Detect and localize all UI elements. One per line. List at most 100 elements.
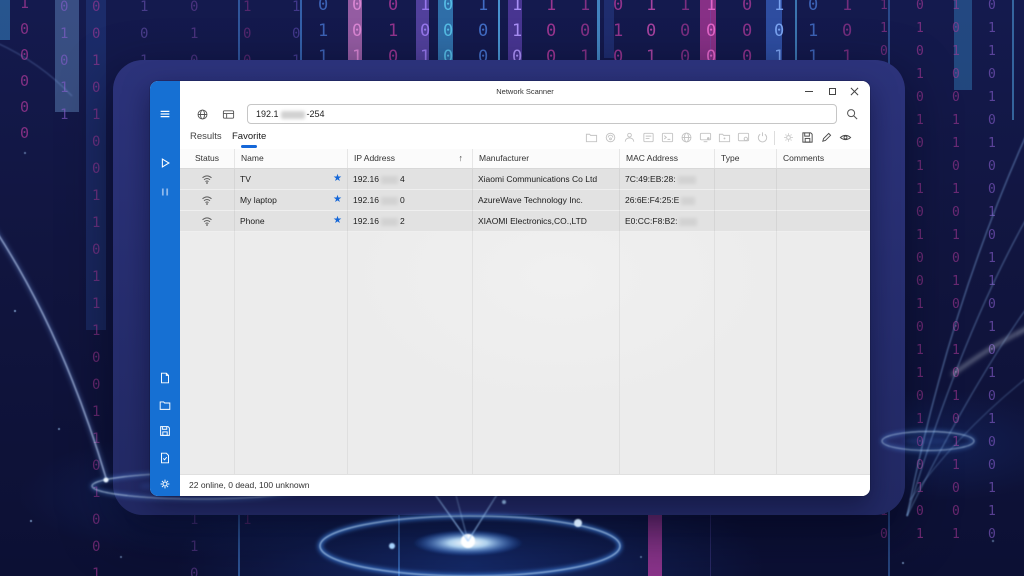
titlebar: Network Scanner [180, 81, 870, 102]
ip-range-icon[interactable] [222, 108, 235, 121]
redacted-mac [677, 175, 696, 184]
options-icon[interactable] [782, 131, 795, 144]
column-header-ip-label: IP Address [354, 153, 395, 163]
ip-cell: 192.16 0 [347, 190, 472, 210]
status-cell [180, 169, 234, 189]
web-scan-icon[interactable] [604, 131, 617, 144]
edit-icon[interactable] [820, 131, 833, 144]
ip-prefix: 192.16 [353, 174, 379, 184]
view-icon[interactable] [839, 131, 852, 144]
properties-icon[interactable] [642, 131, 655, 144]
tab-results[interactable]: Results [190, 127, 222, 149]
device-name: My laptop [240, 195, 277, 205]
ip-range-prefix: 192.1 [256, 109, 279, 119]
device-name: Phone [240, 216, 265, 226]
tab-favorite[interactable]: Favorite [232, 127, 266, 149]
manufacturer-cell: Xiaomi Communications Co Ltd [478, 174, 598, 184]
status-bar: 22 online, 0 dead, 100 unknown [180, 474, 870, 496]
start-scan-icon[interactable] [158, 156, 172, 170]
close-button[interactable] [843, 81, 865, 102]
wifi-icon [202, 196, 212, 205]
tab-bar: Results Favorite [180, 127, 870, 149]
shared-folders-icon[interactable] [718, 131, 731, 144]
binary-digit-column: 0 0 1 0 1 0 0 1 1 0 1 1 1 0 0 1 1 0 1 0 … [92, 0, 101, 576]
wifi-icon [202, 217, 212, 226]
web-browser-icon[interactable] [680, 131, 693, 144]
wifi-icon [202, 175, 212, 184]
desktop-background: 1 0 0 0 0 0 0 1 0 1 1 0 0 1 0 1 0 0 1 1 0 … [0, 0, 1024, 576]
table-row[interactable]: TV ★ 192.16 4 Xiaomi Communications Co Ltd… [180, 169, 870, 190]
comments-cell [776, 169, 870, 189]
binary-digit-column: 0 1 0 1 0 1 0 1 1 0 1 0 0 1 0 1 1 0 1 0 … [916, 0, 924, 542]
pause-scan-icon[interactable] [158, 185, 172, 199]
device-name: TV [240, 174, 251, 184]
mac-cell: 7C:49:EB:28: [619, 169, 714, 189]
new-window-icon[interactable] [585, 131, 598, 144]
ip-suffix: 0 [400, 195, 405, 205]
name-cell: My laptop ★ [234, 190, 347, 210]
status-cell [180, 190, 234, 210]
favorite-star-icon[interactable]: ★ [333, 211, 342, 231]
window-title: Network Scanner [496, 87, 554, 96]
search-icon[interactable] [846, 108, 859, 121]
ip-range-suffix: -254 [306, 109, 325, 119]
ip-range-input[interactable]: 192.1 -254 [247, 104, 837, 124]
table-row[interactable]: Phone ★ 192.16 2 XIAOMI Electronics,CO.,LT… [180, 211, 870, 232]
column-header-manufacturer[interactable]: Manufacturer [472, 149, 619, 168]
redacted-ip [381, 175, 398, 184]
mac-cell: E0:CC:F8:B2: [619, 211, 714, 231]
open-folder-icon[interactable] [158, 398, 172, 412]
column-header-ip[interactable]: IP Address ↑ [347, 149, 472, 168]
type-cell [714, 169, 776, 189]
minimize-icon [805, 91, 813, 92]
column-header-type[interactable]: Type [714, 149, 776, 168]
shutdown-icon[interactable] [756, 131, 769, 144]
bg-bar [0, 0, 10, 40]
redacted-mac [679, 217, 698, 226]
settings-icon[interactable] [158, 477, 172, 491]
name-cell: TV ★ [234, 169, 347, 189]
manufacturer-cell: XIAOMI Electronics,CO.,LTD [478, 216, 587, 226]
binary-digit-column: 0 1 0 1 1 [60, 0, 69, 123]
ip-prefix: 192.16 [353, 195, 379, 205]
redacted-mac [681, 196, 696, 205]
column-header-mac[interactable]: MAC Address [619, 149, 714, 168]
remote-services-icon[interactable] [737, 131, 750, 144]
toolbar-separator [774, 131, 775, 145]
minimize-button[interactable] [798, 81, 820, 102]
ip-prefix: 192.16 [353, 216, 379, 226]
column-header-comments[interactable]: Comments [776, 149, 870, 168]
favorite-star-icon[interactable]: ★ [333, 169, 342, 189]
terminal-icon[interactable] [661, 131, 674, 144]
redacted-ip-segment [280, 110, 305, 119]
type-cell [714, 211, 776, 231]
table-row[interactable]: My laptop ★ 192.16 0 AzureWave Technology … [180, 190, 870, 211]
table-body: TV ★ 192.16 4 Xiaomi Communications Co Ltd… [180, 169, 870, 474]
globe-icon[interactable] [196, 108, 209, 121]
report-icon[interactable] [158, 451, 172, 465]
binary-digit-column: 0 1 1 0 1 0 1 0 0 1 0 1 1 0 1 0 1 0 1 0 … [988, 0, 996, 542]
network-scanner-window: Network Scanner 192.1 -254 Results Favor… [150, 81, 870, 496]
type-cell [714, 190, 776, 210]
sidebar [150, 81, 180, 496]
favorite-star-icon[interactable]: ★ [333, 190, 342, 210]
ip-suffix: 4 [400, 174, 405, 184]
bg-bar [1012, 0, 1014, 120]
wake-on-lan-icon[interactable] [699, 131, 712, 144]
status-cell [180, 211, 234, 231]
name-cell: Phone ★ [234, 211, 347, 231]
address-toolbar: 192.1 -254 [180, 102, 870, 127]
new-file-icon[interactable] [158, 371, 172, 385]
save-file-icon[interactable] [158, 424, 172, 438]
menu-icon[interactable] [158, 107, 172, 121]
maximize-button[interactable] [821, 81, 843, 102]
comments-cell [776, 190, 870, 210]
save-icon[interactable] [801, 131, 814, 144]
binary-digit-column: 1 0 1 0 0 1 1 0 1 0 1 0 1 0 0 1 0 1 0 1 … [952, 0, 960, 542]
remote-access-icon[interactable] [623, 131, 636, 144]
status-summary: 22 online, 0 dead, 100 unknown [189, 480, 310, 490]
column-header-status[interactable]: Status [180, 149, 234, 168]
column-header-name[interactable]: Name [234, 149, 347, 168]
redacted-ip [381, 217, 398, 226]
manufacturer-cell: AzureWave Technology Inc. [478, 195, 583, 205]
